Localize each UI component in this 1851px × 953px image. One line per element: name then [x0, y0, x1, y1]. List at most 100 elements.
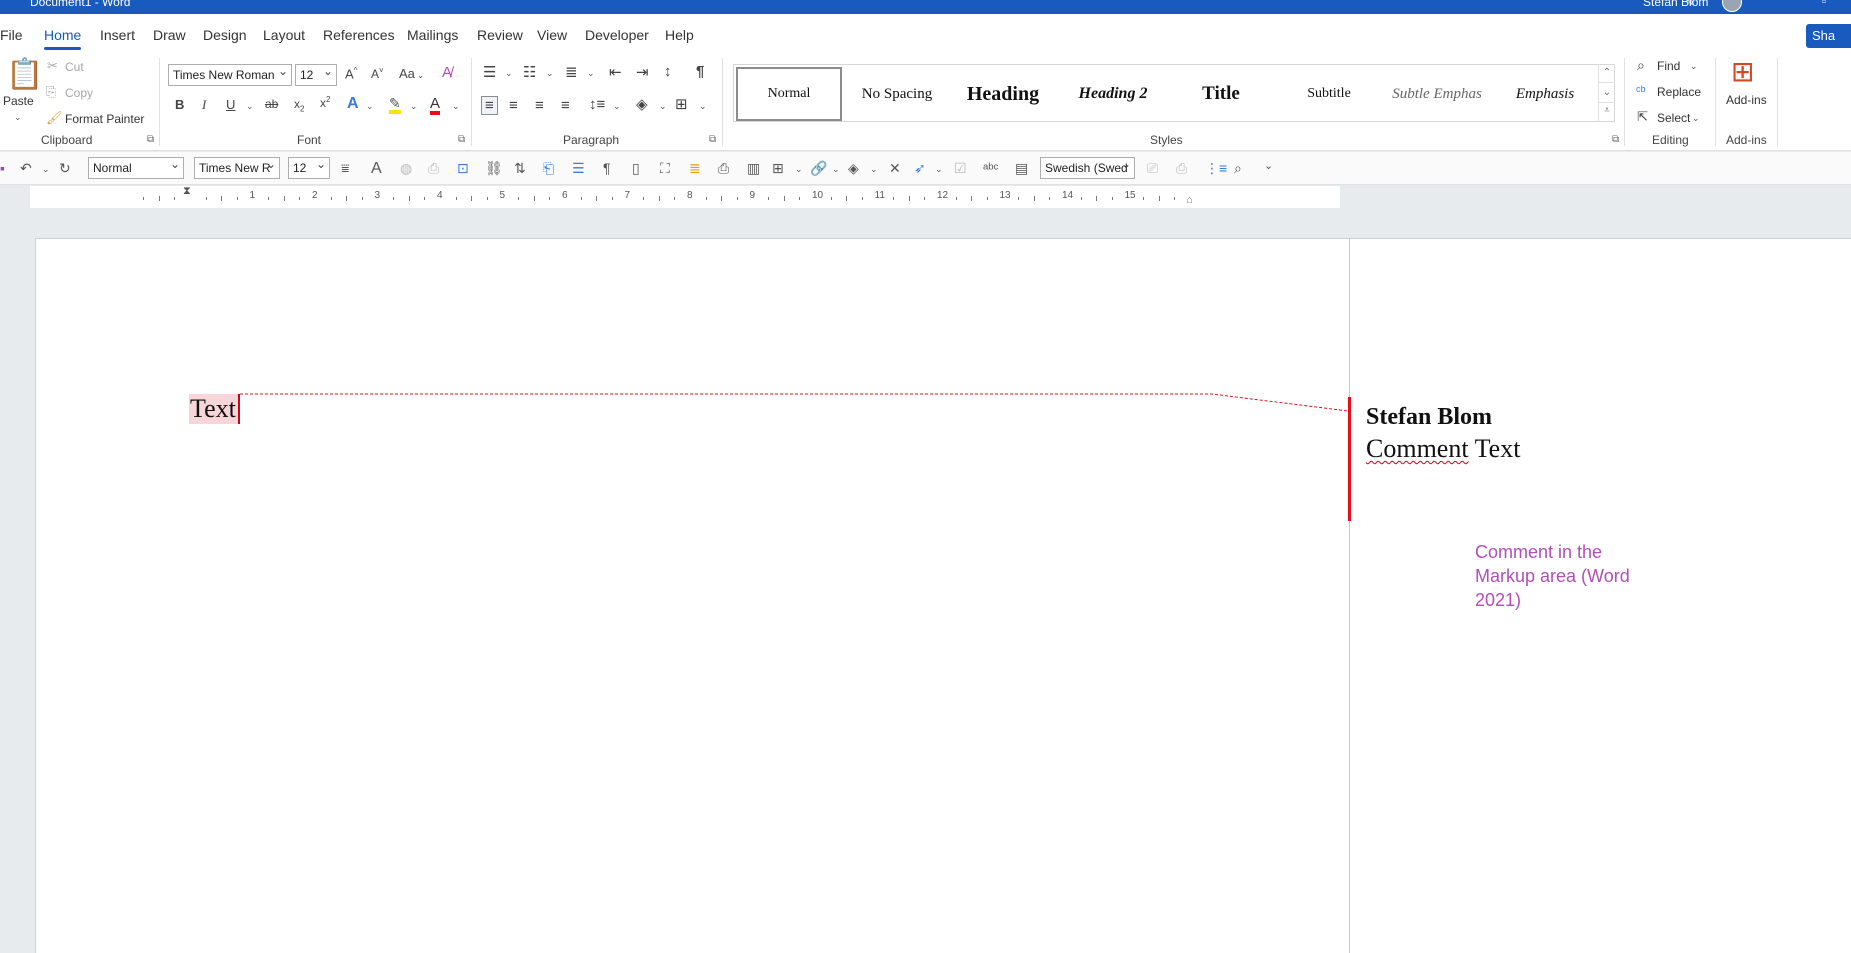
bold-icon[interactable]: B	[175, 98, 184, 111]
font-launcher-icon[interactable]: ⧉	[458, 134, 465, 145]
qat-size-combo[interactable]: 12	[288, 157, 330, 179]
send-dropdown-icon[interactable]: ⌄	[935, 164, 943, 175]
multilevel-list-dropdown-icon[interactable]: ⌄	[587, 68, 595, 79]
find-icon[interactable]: ⌕	[1637, 58, 1645, 72]
document-icon[interactable]: ▯	[632, 161, 640, 175]
tab-view[interactable]: View	[537, 27, 567, 43]
replace-button[interactable]: Replace	[1657, 85, 1701, 99]
font-size-combo[interactable]: 12	[295, 64, 337, 86]
sort-icon[interactable]: ↕	[664, 64, 672, 79]
commented-text[interactable]: Text	[189, 394, 240, 424]
show-formatting-marks-icon[interactable]: ¶	[696, 64, 704, 79]
accept-icon[interactable]: ⎙	[1176, 161, 1187, 175]
style-normal[interactable]: Normal	[736, 67, 842, 121]
tab-review[interactable]: Review	[477, 27, 523, 43]
styles-launcher-icon[interactable]: ⧉	[1612, 134, 1619, 145]
underline-icon[interactable]: U	[226, 98, 235, 111]
tab-draw[interactable]: Draw	[153, 27, 186, 43]
font-a-icon[interactable]: A	[371, 161, 382, 177]
section-icon[interactable]: ≣	[689, 161, 701, 175]
justify-icon[interactable]: ≡	[561, 98, 570, 113]
format-painter-icon[interactable]: 🖌	[46, 111, 63, 124]
style-no-spacing[interactable]: No Spacing	[844, 67, 950, 121]
grow-font-icon[interactable]: A^	[345, 67, 357, 81]
scroll-up-icon[interactable]: ⌃	[1599, 64, 1615, 82]
superscript-icon[interactable]: x2	[320, 96, 330, 110]
decrease-indent-icon[interactable]: ⇤	[609, 65, 622, 80]
style-subtitle[interactable]: Subtitle	[1276, 67, 1382, 121]
style-heading-2[interactable]: Heading 2	[1060, 67, 1166, 121]
avatar[interactable]	[1722, 0, 1742, 12]
tab-file[interactable]: File	[0, 27, 23, 43]
clear-formatting-icon[interactable]: A̸	[442, 65, 452, 80]
tab-mailings[interactable]: Mailings	[407, 27, 458, 43]
underline-dropdown-icon[interactable]: ⌄	[246, 101, 254, 112]
hyperlink-dropdown-icon[interactable]: ⌄	[832, 164, 840, 175]
highlight-dropdown-icon[interactable]: ⌄	[410, 101, 418, 112]
right-indent-marker-icon[interactable]: ⌂	[1186, 195, 1193, 206]
format-painter-button[interactable]: Format Painter	[65, 112, 144, 126]
change-case-icon[interactable]: Aa ⌄	[399, 67, 424, 80]
style-emphasis[interactable]: Emphasis	[1492, 67, 1598, 121]
shading-icon[interactable]: ◈	[636, 97, 648, 112]
multilevel-list-icon[interactable]: ≣	[565, 65, 578, 80]
select-icon[interactable]: ⇱	[1637, 110, 1648, 123]
paste-button[interactable]: Paste	[3, 94, 34, 108]
italic-icon[interactable]: I	[202, 98, 206, 111]
table-dropdown-icon[interactable]: ⌄	[795, 164, 803, 175]
tab-help[interactable]: Help	[665, 27, 694, 43]
columns-icon[interactable]: ▥	[747, 161, 760, 175]
borders-icon[interactable]: ⊞	[675, 97, 688, 112]
navigation-icon[interactable]: ⋮≡	[1205, 161, 1227, 175]
increase-indent-icon[interactable]: ⇥	[636, 65, 649, 80]
tab-references[interactable]: References	[323, 27, 395, 43]
undo-icon[interactable]: ↶	[20, 161, 32, 175]
track-icon[interactable]: ⎚	[1147, 161, 1158, 175]
send-icon[interactable]: ➶	[914, 161, 926, 175]
strikethrough-icon[interactable]: ab	[265, 98, 278, 110]
bullet-list-icon[interactable]: ☰	[572, 161, 585, 175]
shading-qat-dropdown-icon[interactable]: ⌄	[870, 164, 878, 175]
style-subtle-emphasis[interactable]: Subtle Emphas	[1384, 67, 1490, 121]
add-ins-icon[interactable]: ⊞	[1731, 58, 1754, 86]
line-spacing-icon[interactable]: ↕≡	[589, 97, 605, 112]
paste-dropdown-icon[interactable]: ⌄	[14, 112, 22, 123]
rtl-icon[interactable]: ¶	[603, 161, 611, 175]
indent-marker-icon[interactable]: ⧗	[183, 186, 191, 197]
spelling-icon[interactable]: ᵃᵇᶜ	[983, 161, 998, 175]
customize-qat-icon[interactable]: ⌄	[1264, 161, 1273, 172]
table-icon[interactable]: ⊞	[772, 161, 784, 175]
maximize-icon[interactable]: ▫	[1822, 0, 1826, 8]
cut-button[interactable]: Cut	[65, 60, 84, 74]
highlight-icon[interactable]: ✎	[389, 96, 401, 114]
search-icon[interactable]: ⌕	[1234, 161, 1242, 175]
link-icon[interactable]: ⛓	[485, 161, 503, 175]
text-effects-dropdown-icon[interactable]: ⌄	[366, 101, 374, 112]
qat-font-combo[interactable]: Times New R	[194, 157, 280, 179]
line-spacing-dropdown-icon[interactable]: ⌄	[613, 101, 621, 112]
select-dropdown-icon[interactable]: ⌄	[1692, 113, 1700, 124]
bullets-dropdown-icon[interactable]: ⌄	[505, 68, 513, 79]
tab-layout[interactable]: Layout	[263, 27, 305, 43]
add-ins-button[interactable]: Add-ins	[1726, 93, 1767, 107]
style-heading[interactable]: Heading	[950, 67, 1056, 121]
numbering-icon[interactable]: ☷	[523, 65, 536, 80]
sort-az-icon[interactable]: ⇅	[514, 161, 526, 175]
copy-icon[interactable]: ⎘	[46, 85, 56, 98]
undo-dropdown-icon[interactable]: ⌄	[42, 164, 50, 175]
close-icon[interactable]: ✕	[889, 161, 901, 175]
text-effects-icon[interactable]: A	[347, 96, 359, 112]
review-icon[interactable]: ☑	[954, 161, 967, 175]
subscript-icon[interactable]: x2	[294, 98, 304, 113]
redo-icon[interactable]: ↻	[59, 161, 71, 175]
style-title[interactable]: Title	[1168, 67, 1274, 121]
align-center-icon[interactable]: ≡	[509, 98, 518, 113]
scroll-down-icon[interactable]: ⌄	[1599, 82, 1615, 102]
language-combo[interactable]: Swedish (Swed	[1040, 157, 1135, 179]
copy-button[interactable]: Copy	[65, 86, 93, 100]
paragraph-marks-icon[interactable]: ⩸	[341, 161, 350, 175]
align-left-icon[interactable]: ≡	[481, 96, 498, 115]
font-color-dropdown-icon[interactable]: ⌄	[452, 101, 460, 112]
shading-qat-icon[interactable]: ◈	[848, 161, 859, 175]
replace-icon[interactable]: ᶜᵇ	[1636, 84, 1646, 97]
